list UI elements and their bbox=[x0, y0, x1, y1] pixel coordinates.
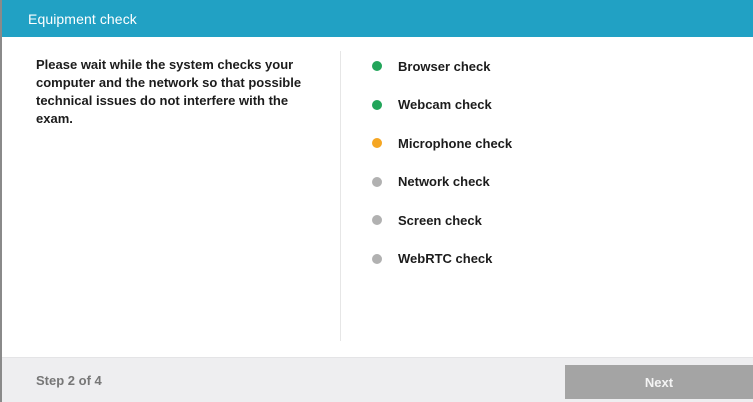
status-dot-icon bbox=[372, 215, 382, 225]
check-item-webcam: Webcam check bbox=[372, 95, 512, 115]
status-dot-icon bbox=[372, 138, 382, 148]
status-dot-icon bbox=[372, 99, 382, 110]
status-dot-icon bbox=[372, 61, 382, 71]
next-button[interactable]: Next bbox=[565, 365, 753, 399]
check-label: Network check bbox=[398, 174, 490, 189]
dialog-header: Equipment check bbox=[2, 0, 753, 37]
dialog-title: Equipment check bbox=[28, 10, 137, 27]
check-list: Browser check Webcam check Microphone ch… bbox=[372, 56, 512, 287]
check-item-browser: Browser check bbox=[372, 56, 512, 76]
status-dot-icon bbox=[372, 176, 382, 187]
status-dot-icon bbox=[372, 253, 382, 264]
check-item-webrtc: WebRTC check bbox=[372, 249, 512, 269]
check-label: Screen check bbox=[398, 212, 482, 228]
dialog-content: Please wait while the system checks your… bbox=[2, 37, 753, 357]
check-item-microphone: Microphone check bbox=[372, 133, 512, 153]
check-label: Microphone check bbox=[398, 135, 513, 151]
instructions-text: Please wait while the system checks your… bbox=[36, 57, 302, 126]
equipment-check-dialog: Equipment check Please wait while the sy… bbox=[0, 0, 753, 402]
check-item-network: Network check bbox=[372, 172, 512, 192]
pane-divider bbox=[340, 51, 341, 341]
dialog-footer: Step 2 of 4 Next bbox=[2, 357, 753, 402]
instructions-pane: Please wait while the system checks your… bbox=[36, 56, 326, 128]
check-label: Webcam check bbox=[398, 97, 492, 112]
check-item-screen: Screen check bbox=[372, 210, 512, 230]
step-indicator: Step 2 of 4 bbox=[36, 373, 102, 388]
check-label: Browser check bbox=[398, 58, 491, 74]
check-label: WebRTC check bbox=[398, 251, 493, 266]
